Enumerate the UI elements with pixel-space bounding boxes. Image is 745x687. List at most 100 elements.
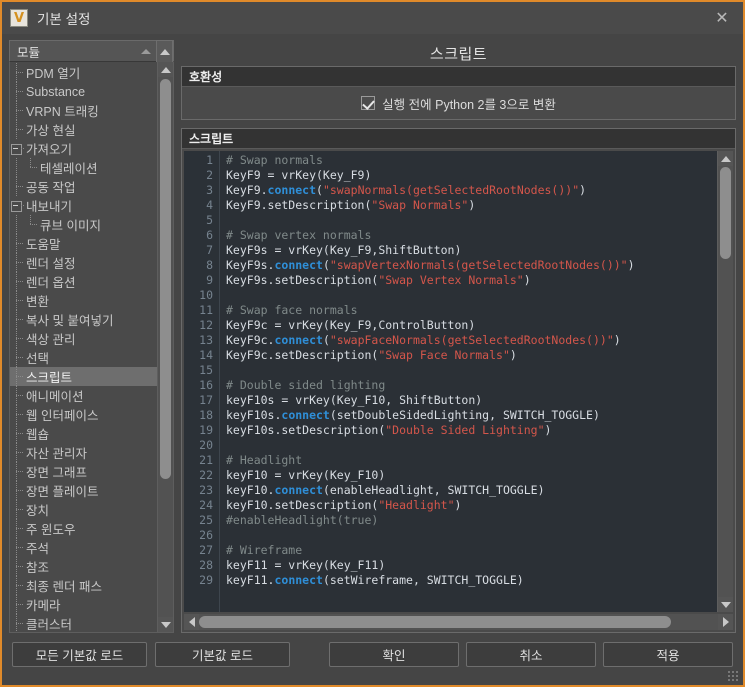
line-number: 10 — [199, 288, 213, 302]
sidebar-item-10[interactable]: 렌더 설정 — [10, 253, 157, 272]
tree-branch-icon — [10, 101, 24, 120]
code-token-p: keyF11 = vrKey(Key_F11) — [226, 558, 386, 572]
sidebar-scroll-thumb[interactable] — [160, 79, 171, 479]
sidebar-item-28[interactable]: 카메라 — [10, 595, 157, 614]
code-token-str: "swapVertexNormals(getSelectedRootNodes(… — [329, 258, 628, 272]
code-token-p: KeyF9s = vrKey(Key_F9,ShiftButton) — [226, 243, 462, 257]
load-all-defaults-button[interactable]: 모든 기본값 로드 — [12, 642, 147, 667]
apply-button[interactable]: 적용 — [603, 642, 733, 667]
python-convert-row[interactable]: 실행 전에 Python 2를 3으로 변환 — [182, 87, 735, 119]
sidebar-item-6[interactable]: 공동 작업 — [10, 177, 157, 196]
code-token-str: "Headlight" — [378, 498, 455, 512]
sidebar-item-4[interactable]: 가져오기 — [10, 139, 157, 158]
tree-collapse-icon[interactable] — [10, 196, 25, 215]
editor-hscroll-thumb[interactable] — [199, 616, 672, 628]
sidebar-scrollbar[interactable] — [157, 62, 173, 632]
sidebar-scroll-down-icon[interactable] — [158, 617, 173, 632]
line-number: 2 — [206, 168, 213, 182]
tree-collapse-icon[interactable] — [10, 139, 25, 158]
sidebar-item-16[interactable]: 스크립트 — [10, 367, 157, 386]
line-number: 12 — [199, 318, 213, 332]
compatibility-group-title: 호환성 — [182, 67, 735, 87]
sidebar-item-0[interactable]: PDM 열기 — [10, 63, 157, 82]
tree-header[interactable]: 모듈 — [9, 40, 174, 63]
sidebar-item-29[interactable]: 클러스터 — [10, 614, 157, 632]
sidebar-item-17[interactable]: 애니메이션 — [10, 386, 157, 405]
tree-branch-icon — [10, 386, 24, 405]
sidebar-item-3[interactable]: 가상 현실 — [10, 120, 157, 139]
sidebar-item-2[interactable]: VRPN 트래킹 — [10, 101, 157, 120]
script-group-title: 스크립트 — [182, 129, 735, 149]
python-convert-checkbox[interactable] — [361, 96, 376, 110]
sidebar-item-22[interactable]: 장면 플레이트 — [10, 481, 157, 500]
sidebar-item-14[interactable]: 색상 관리 — [10, 329, 157, 348]
load-defaults-button[interactable]: 기본값 로드 — [155, 642, 290, 667]
code-token-p: KeyF9c.setDescription( — [226, 348, 379, 362]
sidebar-scroll-up-icon[interactable] — [158, 62, 173, 77]
sidebar-item-5[interactable]: 테셀레이션 — [10, 158, 157, 177]
title-bar: V 기본 설정 ✕ — [2, 2, 743, 34]
code-line: # Swap normals — [226, 153, 717, 168]
sidebar-item-1[interactable]: Substance — [10, 82, 157, 101]
sidebar-item-label: 애니메이션 — [26, 390, 84, 404]
sidebar-item-23[interactable]: 장치 — [10, 500, 157, 519]
sidebar-item-7[interactable]: 내보내기 — [10, 196, 157, 215]
sidebar-item-15[interactable]: 선택 — [10, 348, 157, 367]
sidebar-item-27[interactable]: 최종 렌더 패스 — [10, 576, 157, 595]
sidebar-item-label: 가져오기 — [26, 143, 73, 157]
sidebar-item-24[interactable]: 주 윈도우 — [10, 519, 157, 538]
sidebar-item-label: 복사 및 붙여넣기 — [26, 314, 114, 328]
code-token-com: # Swap normals — [226, 153, 323, 167]
editor-scroll-right-icon[interactable] — [718, 614, 733, 630]
sidebar-item-8[interactable]: 큐브 이미지 — [10, 215, 157, 234]
editor-scroll-down-icon[interactable] — [718, 597, 733, 612]
line-number: 13 — [199, 333, 213, 347]
editor-horizontal-scrollbar[interactable] — [184, 614, 733, 630]
sidebar-item-label: 스크립트 — [26, 371, 73, 385]
editor-scroll-left-icon[interactable] — [184, 614, 199, 630]
tree-branch-icon — [24, 215, 38, 234]
code-token-p: ) — [523, 273, 531, 287]
sidebar-item-label: PDM 열기 — [26, 67, 81, 81]
resize-grip-icon[interactable] — [726, 669, 739, 682]
sidebar-item-11[interactable]: 렌더 옵션 — [10, 272, 157, 291]
sidebar-item-21[interactable]: 장면 그래프 — [10, 462, 157, 481]
sidebar-item-label: 웹 인터페이스 — [26, 409, 99, 423]
tree-branch-icon — [10, 367, 24, 386]
sidebar-item-20[interactable]: 자산 관리자 — [10, 443, 157, 462]
sidebar-item-label: VRPN 트래킹 — [26, 105, 99, 119]
ok-button[interactable]: 확인 — [329, 642, 459, 667]
sidebar-item-19[interactable]: 웹숍 — [10, 424, 157, 443]
editor-scroll-up-icon[interactable] — [718, 151, 733, 166]
sidebar-item-25[interactable]: 주석 — [10, 538, 157, 557]
code-line: # Swap vertex normals — [226, 228, 717, 243]
sidebar-item-9[interactable]: 도움말 — [10, 234, 157, 253]
code-area[interactable]: 1 2 3 4 5 6 7 8 9 10 11 12 13 14 15 16 17 18 19 20 21 22 23 24 2… — [184, 151, 717, 612]
sidebar-item-12[interactable]: 변환 — [10, 291, 157, 310]
code-token-p: ( — [322, 333, 330, 347]
sidebar-item-label: 주 윈도우 — [26, 523, 76, 537]
close-icon[interactable]: ✕ — [701, 2, 743, 34]
sidebar-item-label: 클러스터 — [26, 618, 73, 632]
tree-indent — [10, 158, 24, 177]
editor-scroll-thumb[interactable] — [720, 167, 731, 259]
app-logo-icon: V — [10, 9, 28, 27]
sidebar-item-18[interactable]: 웹 인터페이스 — [10, 405, 157, 424]
cancel-button[interactable]: 취소 — [466, 642, 596, 667]
editor-vertical-scrollbar[interactable] — [717, 151, 733, 612]
sort-ascending-icon[interactable] — [141, 48, 151, 54]
code-line: keyF10 = vrKey(Key_F10) — [226, 468, 717, 483]
sidebar-item-label: 큐브 이미지 — [40, 219, 101, 233]
tree-branch-icon — [10, 272, 24, 291]
sidebar-item-13[interactable]: 복사 및 붙여넣기 — [10, 310, 157, 329]
tree-indent — [10, 215, 24, 234]
code-line: KeyF9 = vrKey(Key_F9) — [226, 168, 717, 183]
code-token-p: (enableHeadlight, SWITCH_TOGGLE) — [322, 483, 545, 497]
editor-hscroll-track[interactable] — [199, 614, 718, 630]
sidebar-item-26[interactable]: 참조 — [10, 557, 157, 576]
editor-scroll-track[interactable] — [718, 166, 733, 597]
sidebar-item-label: 렌더 설정 — [26, 257, 76, 271]
code-text[interactable]: # Swap normals KeyF9 = vrKey(Key_F9) KeyF9… — [220, 151, 717, 612]
sidebar-scroll-track[interactable] — [158, 77, 173, 617]
scroll-up-arrow-icon[interactable] — [156, 40, 173, 63]
